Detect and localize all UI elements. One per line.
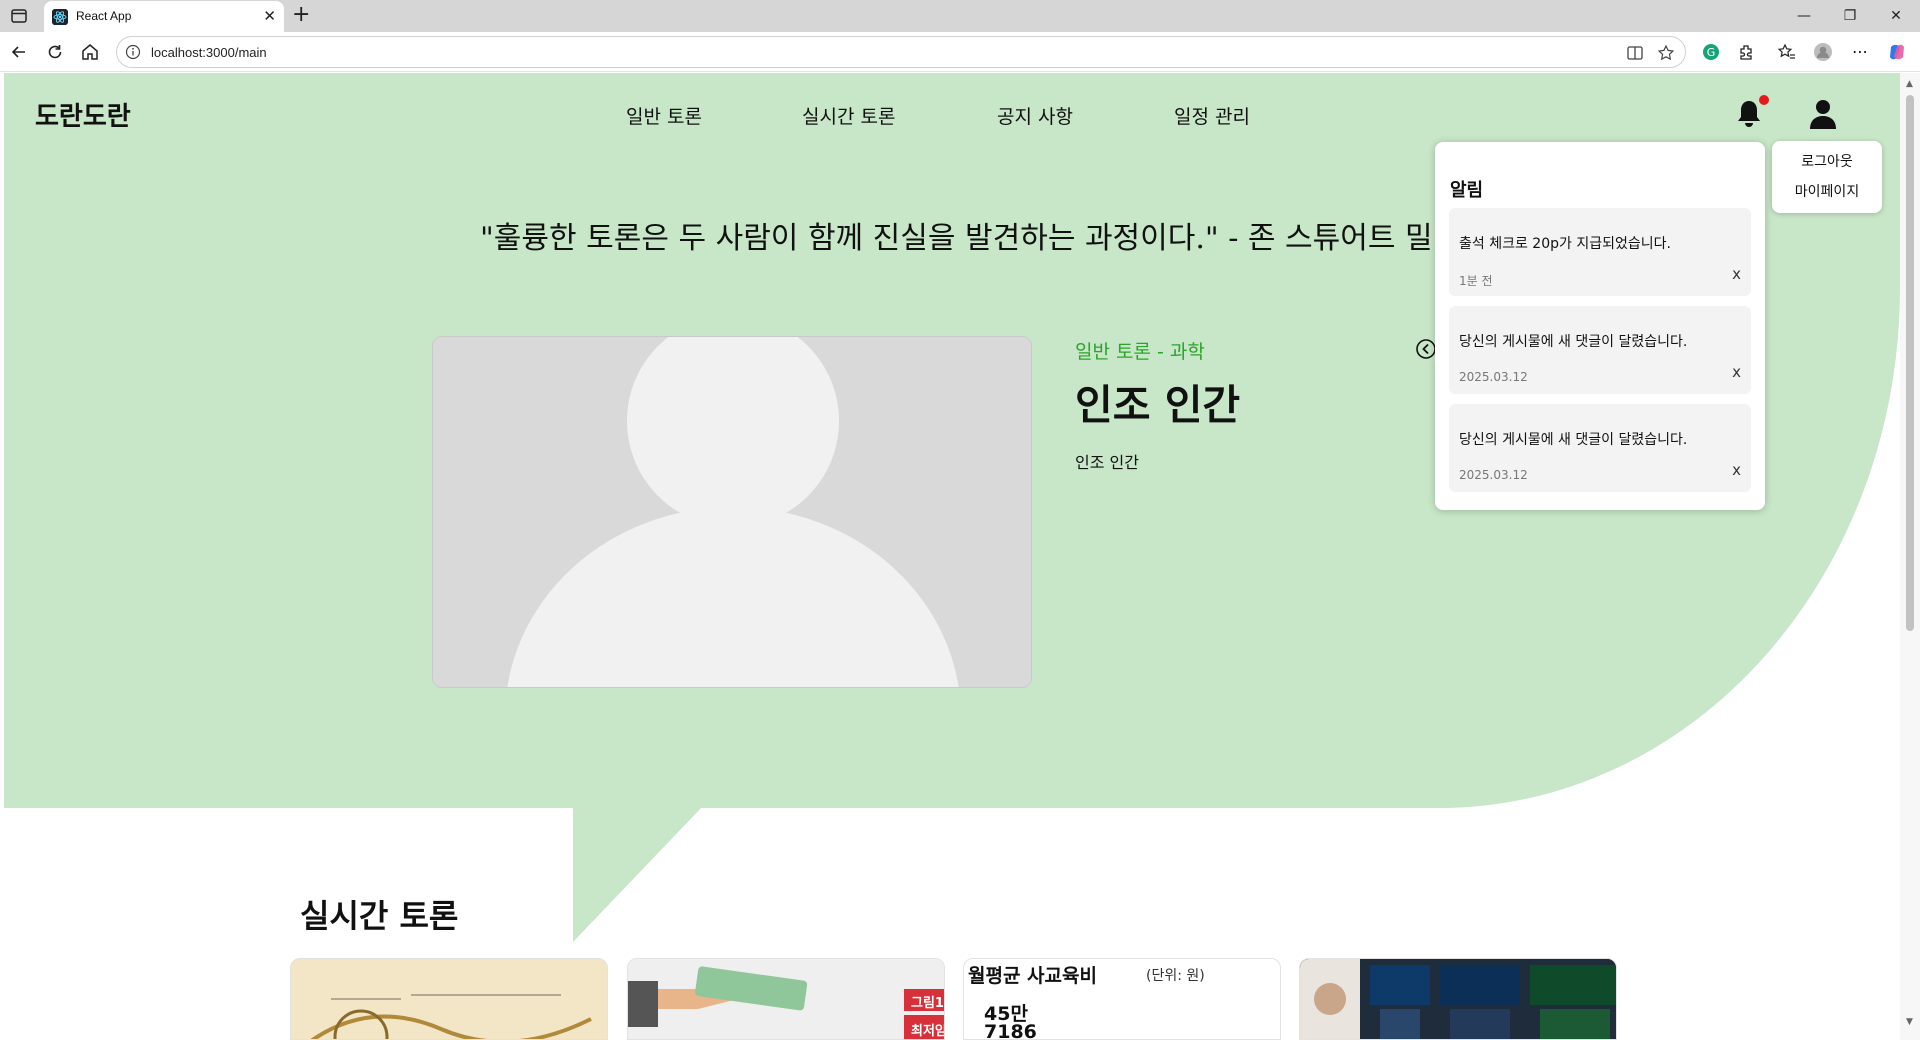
notification-message: 출석 체크로 20p가 지급되었습니다. [1459, 236, 1671, 252]
address-bar[interactable]: localhost:3000/main [116, 36, 1686, 68]
thumbnail-unit: (단위: 원) [1146, 968, 1205, 984]
notification-time: 2025.03.12 [1459, 468, 1528, 482]
mypage-menu-item[interactable]: 마이페이지 [1772, 181, 1882, 201]
manuscript-illustration [291, 959, 607, 1039]
tab-actions-icon[interactable] [10, 7, 28, 25]
carousel-prev-icon[interactable] [1415, 338, 1437, 360]
favorites-icon[interactable] [1777, 42, 1797, 62]
debate-card-category: 일반 토론 - 과학 [1075, 341, 1205, 363]
nav-notices[interactable]: 공지 사항 [997, 102, 1073, 129]
notification-dot [1759, 95, 1769, 105]
thumbnail-heading: 월평균 사교육비 [968, 965, 1097, 987]
nav-realtime-debate[interactable]: 실시간 토론 [802, 102, 895, 129]
home-icon[interactable] [80, 42, 100, 62]
thumbnail-value-2: 7186 [984, 1021, 1037, 1040]
scroll-down-icon[interactable]: ▼ [1906, 1017, 1913, 1027]
grammarly-extension-icon[interactable]: G [1701, 42, 1721, 62]
profile-avatar-icon[interactable] [1813, 42, 1833, 62]
debate-card-description: 인조 인간 [1075, 453, 1139, 472]
new-tab-icon[interactable]: + [292, 3, 310, 27]
realtime-debate-section-title: 실시간 토론 [300, 897, 459, 935]
notification-item[interactable]: 당신의 게시물에 새 댓글이 달렸습니다. 2025.03.12 x [1449, 306, 1751, 394]
page-scrollbar[interactable]: ▲ ▼ [1900, 73, 1920, 1040]
browser-tab-strip: React App ✕ + — ❐ ✕ [0, 0, 1920, 32]
copilot-icon[interactable] [1887, 42, 1907, 62]
reload-icon[interactable] [45, 42, 65, 62]
immersive-reader-icon[interactable] [1626, 44, 1644, 62]
minimize-icon[interactable]: — [1794, 6, 1814, 26]
notification-message: 당신의 게시물에 새 댓글이 달렸습니다. [1459, 432, 1688, 448]
notification-time: 1분 전 [1459, 274, 1493, 288]
realtime-debate-thumbnail-1[interactable] [290, 958, 608, 1040]
hero-quote: "훌륭한 토론은 두 사람이 함께 진실을 발견하는 과정이다." - 존 스튜… [480, 221, 1433, 256]
browser-tab[interactable]: React App ✕ [44, 1, 284, 32]
nav-general-debate[interactable]: 일반 토론 [626, 102, 702, 129]
notification-close-button[interactable]: x [1732, 265, 1741, 283]
notification-close-button[interactable]: x [1732, 461, 1741, 479]
tab-close-icon[interactable]: ✕ [263, 7, 276, 25]
realtime-debate-thumbnail-2[interactable]: 그림1 최저임 [627, 958, 945, 1040]
scrollbar-thumb[interactable] [1906, 95, 1914, 631]
notification-panel-title: 알림 [1450, 180, 1484, 201]
url-text: localhost:3000/main [151, 45, 267, 60]
realtime-debate-thumbnail-3[interactable]: 월평균 사교육비 (단위: 원) 45만 7186 [963, 958, 1281, 1040]
site-info-icon[interactable] [125, 44, 141, 60]
back-icon[interactable] [9, 42, 29, 62]
debate-card-image[interactable] [432, 336, 1032, 688]
debate-card-title[interactable]: 인조 인간 [1075, 371, 1240, 431]
svg-text:G: G [1707, 46, 1716, 59]
notification-item[interactable]: 출석 체크로 20p가 지급되었습니다. 1분 전 x [1449, 208, 1751, 296]
nav-schedule[interactable]: 일정 관리 [1174, 102, 1250, 129]
logout-menu-item[interactable]: 로그아웃 [1772, 151, 1882, 171]
page-viewport: 도란도란 일반 토론 실시간 토론 공지 사항 일정 관리 로그아웃 마이페이지… [4, 73, 1900, 1040]
scroll-up-icon[interactable]: ▲ [1906, 79, 1913, 89]
tab-title: React App [76, 9, 132, 23]
user-dropdown-menu: 로그아웃 마이페이지 [1772, 141, 1882, 213]
window-close-icon[interactable]: ✕ [1886, 6, 1906, 26]
extensions-icon[interactable] [1737, 42, 1757, 62]
trading-room-photo [1300, 959, 1616, 1039]
favorite-star-icon[interactable] [1657, 44, 1675, 62]
hero-speech-tail [573, 806, 703, 942]
notification-item[interactable]: 당신의 게시물에 새 댓글이 달렸습니다. 2025.03.12 x [1449, 404, 1751, 492]
realtime-debate-thumbnail-4[interactable] [1299, 958, 1617, 1040]
site-logo[interactable]: 도란도란 [35, 96, 131, 133]
react-favicon-icon [52, 9, 68, 25]
restore-icon[interactable]: ❐ [1840, 6, 1860, 26]
notification-close-button[interactable]: x [1732, 363, 1741, 381]
thumbnail-tag-1: 그림1 [911, 996, 944, 1011]
thumbnail-tag-2: 최저임 [911, 1024, 945, 1039]
more-options-icon[interactable]: ⋯ [1850, 42, 1870, 62]
user-icon[interactable] [1808, 97, 1838, 131]
notification-time: 2025.03.12 [1459, 370, 1528, 384]
browser-toolbar: localhost:3000/main G ⋯ [0, 32, 1920, 72]
notification-panel: 알림 출석 체크로 20p가 지급되었습니다. 1분 전 x 당신의 게시물에 … [1435, 142, 1765, 510]
money-hand-illustration [628, 959, 944, 1039]
notification-message: 당신의 게시물에 새 댓글이 달렸습니다. [1459, 334, 1688, 350]
avatar-placeholder-icon [433, 337, 1031, 687]
